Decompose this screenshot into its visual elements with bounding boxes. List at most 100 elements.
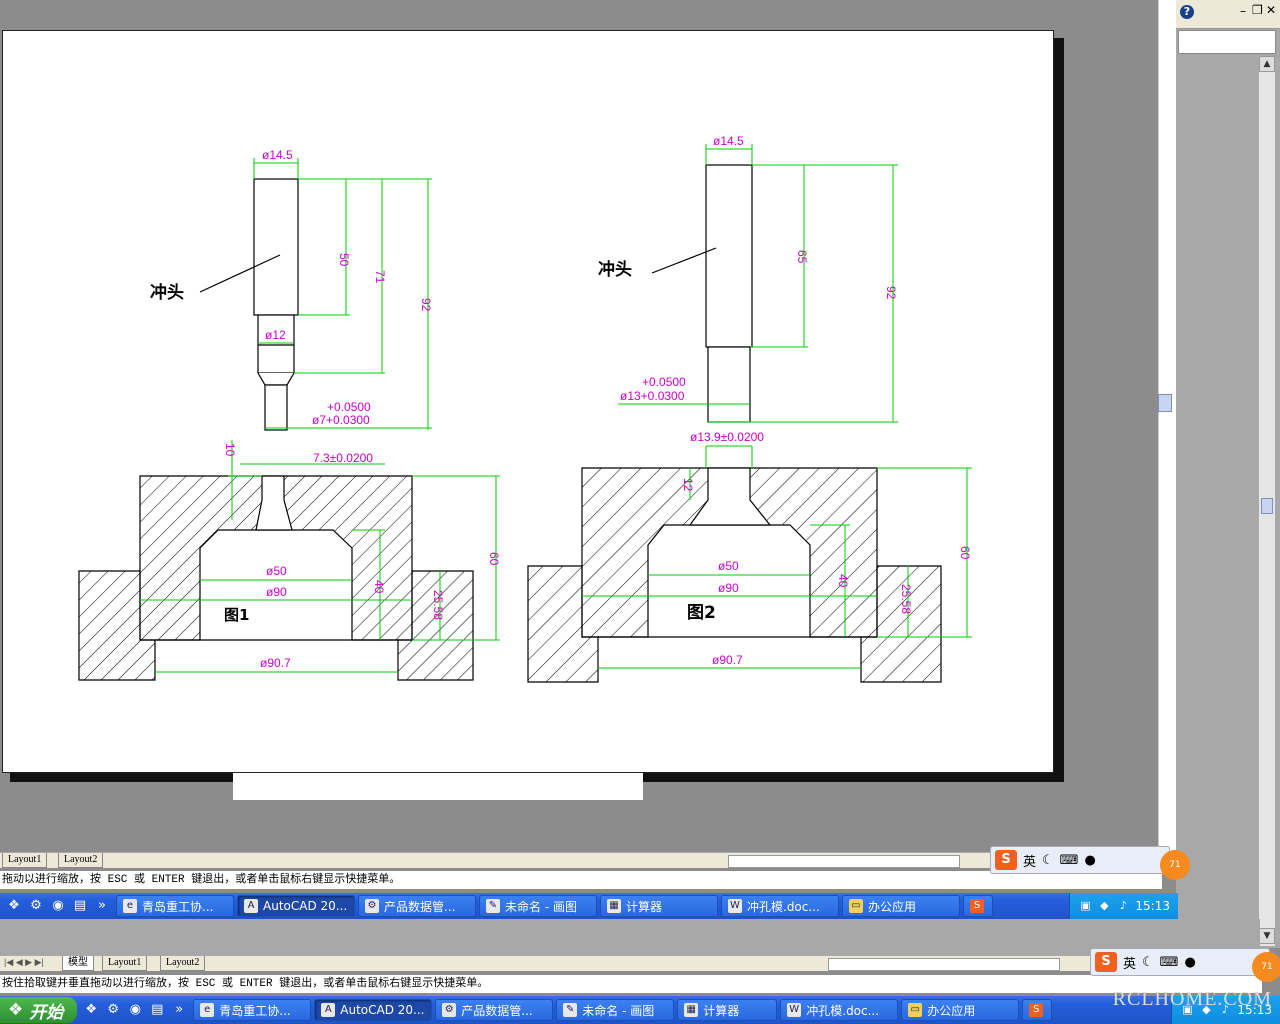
- ime-toolbar-2[interactable]: S 英 ☾ ⌨ ●: [1090, 948, 1270, 976]
- task-sogou[interactable]: S: [1022, 999, 1053, 1021]
- moon-icon[interactable]: ☾: [1142, 955, 1154, 970]
- clock[interactable]: 15:13: [1135, 899, 1170, 913]
- system-tray-1: ▣ ◆ ♪ 15:13: [1069, 893, 1178, 919]
- gap-area: [0, 919, 1260, 955]
- ime-lang[interactable]: 英: [1023, 851, 1036, 870]
- expand-icon[interactable]: »: [171, 1002, 187, 1018]
- right-panel-scrollbar[interactable]: ▲ ▼: [1258, 56, 1275, 946]
- fig1-dim-60: 60: [487, 552, 501, 566]
- scroll-up-icon[interactable]: ▲: [1259, 56, 1275, 72]
- tab-nav-icon[interactable]: |◀ ◀ ▶ ▶|: [4, 957, 44, 968]
- fig2-dim-12: 12: [681, 478, 695, 492]
- volume-icon[interactable]: ♪: [1116, 899, 1130, 913]
- horizontal-scrollbar-2[interactable]: [828, 958, 1060, 971]
- task-browser[interactable]: e 青岛重工协...: [193, 999, 312, 1021]
- document-icon[interactable]: ▤: [149, 1002, 165, 1018]
- task-paint[interactable]: ✎ 未命名 - 画图: [556, 999, 675, 1021]
- task-autocad[interactable]: A AutoCAD 20...: [314, 999, 433, 1021]
- windows-logo-icon[interactable]: ❖: [83, 1002, 99, 1018]
- sogou-icon[interactable]: S: [995, 850, 1017, 870]
- fig1-dim-d14_5: ø14.5: [262, 148, 293, 162]
- browser-icon[interactable]: ◉: [50, 898, 66, 914]
- expand-icon[interactable]: »: [94, 898, 110, 914]
- task-word-doc[interactable]: W 冲孔模.doc...: [780, 999, 899, 1021]
- tab-model[interactable]: 模型: [62, 956, 94, 971]
- notification-badge-1[interactable]: 71: [1160, 850, 1190, 880]
- tab-layout2[interactable]: Layout2: [160, 956, 206, 971]
- close-icon[interactable]: ✕: [1266, 3, 1276, 17]
- right-panel-input[interactable]: [1178, 30, 1276, 54]
- vertical-scrollbar-main[interactable]: [1158, 0, 1177, 860]
- fig1-dim-d90_7: ø90.7: [260, 656, 291, 670]
- scroll-down-icon[interactable]: ▼: [1259, 928, 1275, 944]
- fig1-punch-label: 冲头: [150, 282, 184, 303]
- app-icon[interactable]: ⚙: [28, 898, 44, 914]
- task-word-doc[interactable]: W 冲孔模.doc...: [721, 895, 839, 917]
- notification-badge-2[interactable]: 71: [1252, 952, 1280, 982]
- task-label: 青岛重工协...: [142, 899, 214, 914]
- fig2-dim-92: 92: [884, 286, 898, 300]
- task-label: 未命名 - 画图: [505, 899, 577, 914]
- task-folder[interactable]: ▭ 办公应用: [901, 999, 1020, 1021]
- fig2-dim-d90: ø90: [718, 581, 739, 595]
- task-calculator[interactable]: ▦ 计算器: [677, 999, 778, 1021]
- keyboard-icon[interactable]: ⌨: [1160, 955, 1179, 970]
- keyboard-icon[interactable]: ⌨: [1060, 853, 1079, 868]
- fig1-dim-d12: ø12: [265, 328, 286, 342]
- fig1-dim-hole: 7.3±0.0200: [313, 451, 373, 465]
- folder-icon: ▭: [908, 1003, 923, 1017]
- tab-layout1[interactable]: Layout1: [2, 853, 48, 868]
- figure-2-geometry: [527, 164, 942, 683]
- browser-icon[interactable]: ◉: [127, 1002, 143, 1018]
- user-icon[interactable]: ●: [1184, 955, 1195, 970]
- minimize-icon[interactable]: –: [1240, 4, 1246, 18]
- gear-icon: ⚙: [442, 1003, 457, 1017]
- task-autocad[interactable]: A AutoCAD 20...: [237, 895, 355, 917]
- quick-launch-2: ❖ ⚙ ◉ ▤ »: [77, 1002, 193, 1018]
- document-icon[interactable]: ▤: [72, 898, 88, 914]
- fig2-dim-d14_5: ø14.5: [713, 134, 744, 148]
- task-pdm[interactable]: ⚙ 产品数据管...: [358, 895, 476, 917]
- task-browser[interactable]: e 青岛重工协...: [116, 895, 234, 917]
- fig1-dim-50: 50: [337, 253, 351, 267]
- cad-drawing[interactable]: ø14.5 ø12 +0.0500 ø7+0.0300 7.3±0.0200 ø…: [0, 0, 1158, 800]
- fig2-dim-65: 65: [795, 250, 809, 264]
- task-label: 冲孔模.doc...: [747, 899, 820, 914]
- fig1-dim-25: 25.58: [431, 590, 445, 620]
- sogou-icon: S: [1029, 1003, 1044, 1017]
- user-icon[interactable]: ●: [1084, 853, 1095, 868]
- task-paint[interactable]: ✎ 未命名 - 画图: [479, 895, 597, 917]
- network-icon[interactable]: ▣: [1078, 899, 1092, 913]
- ime-lang[interactable]: 英: [1123, 953, 1136, 972]
- task-sogou[interactable]: S: [963, 895, 993, 917]
- fig2-dim-tol-dia: ø13+0.0300: [620, 389, 685, 403]
- windows-logo-icon[interactable]: ❖: [6, 898, 22, 914]
- taskbar-2: ❖ 开始 ❖ ⚙ ◉ ▤ » e 青岛重工协... A AutoCAD 20... ⚙…: [0, 996, 1280, 1024]
- fig2-dim-d50: ø50: [718, 559, 739, 573]
- layout-tabs-2: |◀ ◀ ▶ ▶| 模型 Layout1 Layout2: [0, 955, 1260, 971]
- tab-layout1[interactable]: Layout1: [102, 956, 148, 971]
- task-label: 未命名 - 画图: [582, 1003, 655, 1018]
- help-icon[interactable]: ?: [1180, 5, 1194, 19]
- main-scroll-thumb[interactable]: [1158, 394, 1172, 412]
- task-pdm[interactable]: ⚙ 产品数据管...: [435, 999, 554, 1021]
- task-label: AutoCAD 20...: [340, 1003, 425, 1017]
- task-folder[interactable]: ▭ 办公应用: [842, 895, 960, 917]
- command-line-1[interactable]: 拖动以进行缩放，按 ESC 或 ENTER 键退出，或者单击鼠标右键显示快捷菜单…: [0, 871, 1162, 889]
- ime-toolbar-1[interactable]: S 英 ☾ ⌨ ●: [990, 846, 1170, 874]
- sogou-icon[interactable]: S: [1095, 952, 1117, 972]
- tab-layout2[interactable]: Layout2: [58, 853, 104, 868]
- command-line-2[interactable]: 按住拾取键并垂直拖动以进行缩放，按 ESC 或 ENTER 键退出，或者单击鼠标…: [0, 975, 1262, 993]
- start-label: 开始: [29, 1002, 64, 1023]
- restore-icon[interactable]: ❐: [1252, 3, 1263, 17]
- folder-icon: ▭: [849, 899, 863, 913]
- scroll-thumb[interactable]: [1261, 498, 1273, 514]
- ie-icon: e: [200, 1003, 215, 1017]
- task-calculator[interactable]: ▦ 计算器: [600, 895, 718, 917]
- horizontal-scrollbar-1[interactable]: [728, 855, 960, 868]
- start-button[interactable]: ❖ 开始: [0, 997, 78, 1023]
- figure-1-geometry: [78, 178, 474, 681]
- app-icon[interactable]: ⚙: [105, 1002, 121, 1018]
- shield-icon[interactable]: ◆: [1097, 899, 1111, 913]
- moon-icon[interactable]: ☾: [1042, 853, 1054, 868]
